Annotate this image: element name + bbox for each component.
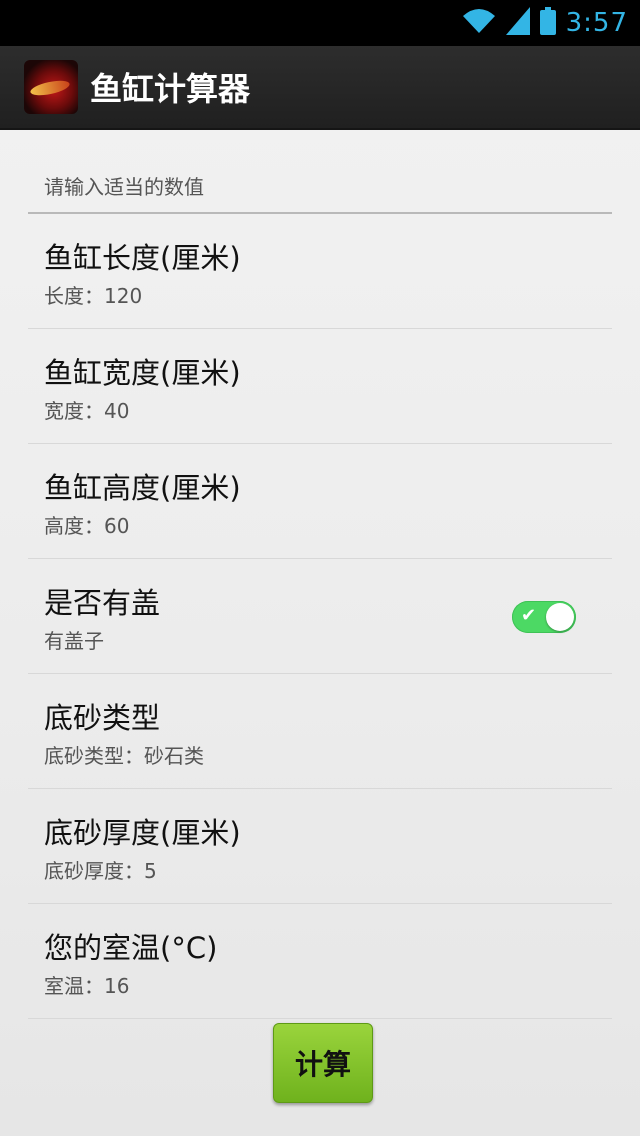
pref-summary: 高度：60 [44, 514, 130, 538]
pref-summary: 宽度：40 [44, 399, 130, 423]
toggle-knob [546, 603, 574, 631]
pref-title: 鱼缸长度(厘米) [44, 241, 241, 275]
status-time: 3:57 [565, 8, 628, 38]
status-bar: 3:57 [0, 0, 640, 46]
pref-tank-length[interactable]: 鱼缸长度(厘米) 长度：120 [28, 214, 612, 329]
battery-icon [539, 7, 556, 39]
pref-summary: 室温：16 [44, 974, 130, 998]
check-icon: ✔ [521, 605, 537, 626]
pref-substrate-type[interactable]: 底砂类型 底砂类型：砂石类 [28, 674, 612, 789]
pref-title: 您的室温(°C) [44, 931, 218, 965]
wifi-icon [462, 8, 496, 38]
app-title: 鱼缸计算器 [90, 70, 251, 108]
app-logo-icon[interactable] [24, 60, 78, 114]
pref-summary: 底砂厚度：5 [44, 859, 157, 883]
action-bar: 鱼缸计算器 [0, 46, 640, 130]
pref-title: 底砂类型 [44, 701, 161, 735]
section-header: 请输入适当的数值 [28, 130, 612, 214]
pref-summary: 底砂类型：砂石类 [44, 744, 204, 768]
pref-tank-width[interactable]: 鱼缸宽度(厘米) 宽度：40 [28, 329, 612, 444]
pref-room-temperature[interactable]: 您的室温(°C) 室温：16 [28, 904, 612, 1019]
pref-title: 底砂厚度(厘米) [44, 816, 241, 850]
lid-toggle-switch[interactable]: ✔ [512, 601, 576, 633]
signal-icon [505, 7, 530, 39]
calculate-button[interactable]: 计算 [273, 1023, 373, 1103]
pref-summary: 长度：120 [44, 284, 143, 308]
preferences-list: 请输入适当的数值 鱼缸长度(厘米) 长度：120 鱼缸宽度(厘米) 宽度：40 … [28, 130, 612, 1019]
pref-title: 鱼缸高度(厘米) [44, 471, 241, 505]
pref-substrate-thickness[interactable]: 底砂厚度(厘米) 底砂厚度：5 [28, 789, 612, 904]
pref-has-lid[interactable]: 是否有盖 有盖子 ✔ [28, 559, 612, 674]
pref-tank-height[interactable]: 鱼缸高度(厘米) 高度：60 [28, 444, 612, 559]
pref-title: 鱼缸宽度(厘米) [44, 356, 241, 390]
